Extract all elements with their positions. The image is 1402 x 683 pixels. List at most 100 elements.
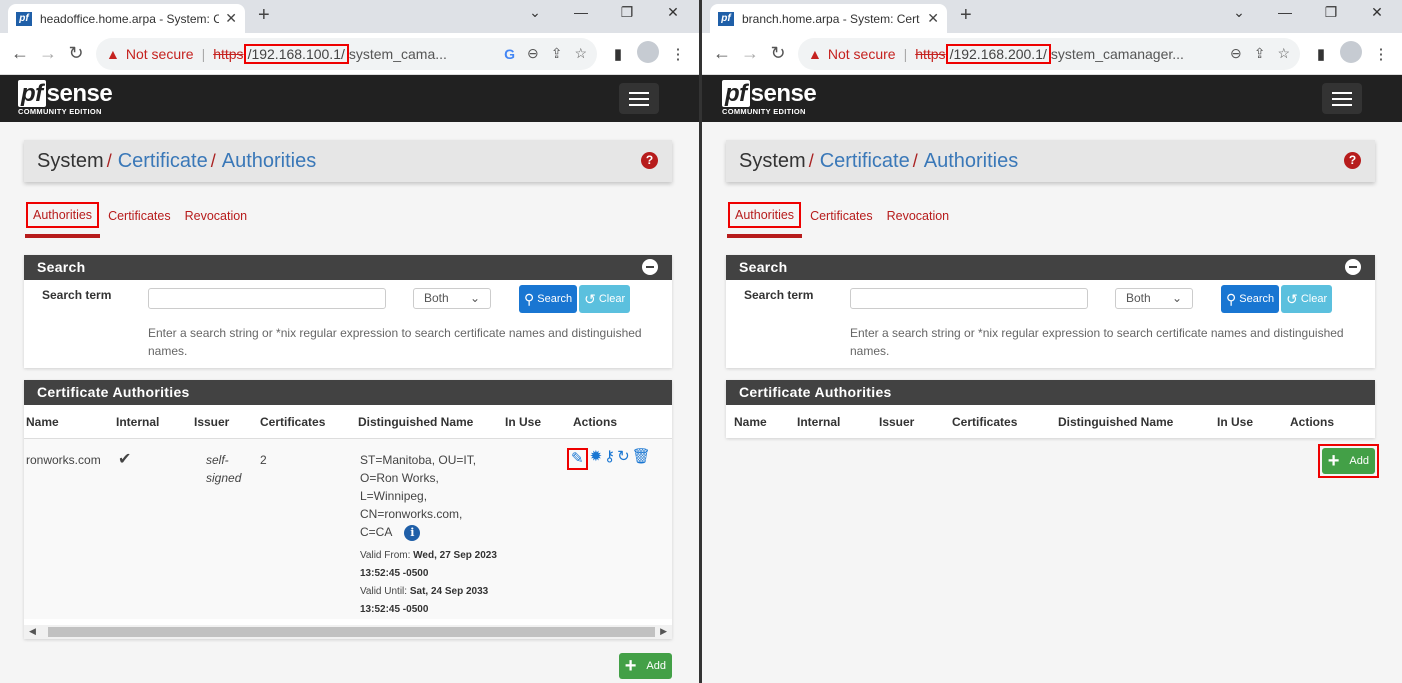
reload-button[interactable]: ↻: [764, 43, 792, 64]
breadcrumb: System / Certificate / Authorities ?: [24, 140, 672, 182]
back-button[interactable]: ←: [6, 43, 34, 64]
browser-tab[interactable]: pf headoffice.home.arpa - System: C ✕: [8, 4, 245, 33]
breadcrumb-certificate[interactable]: Certificate: [118, 150, 208, 173]
scroll-thumb[interactable]: [48, 627, 655, 637]
google-icon[interactable]: G: [504, 46, 515, 62]
col-certificates: Certificates: [952, 415, 1018, 429]
share-icon[interactable]: ⇪: [1254, 45, 1266, 62]
reload-button[interactable]: ↻: [62, 43, 90, 64]
browser-tab[interactable]: pf branch.home.arpa - System: Cert ✕: [710, 4, 947, 33]
tab-authorities[interactable]: Authorities: [24, 202, 101, 238]
col-dn: Distinguished Name: [1058, 415, 1174, 429]
ca-table: Name Internal Issuer Certificates Distin…: [726, 405, 1375, 438]
ca-panel: Certificate Authorities Name Internal Is…: [726, 380, 1375, 438]
search-button[interactable]: ⚲ Search: [519, 285, 578, 313]
search-help-text: Enter a search string or *nix regular ex…: [850, 326, 1344, 358]
menu-kebab-icon[interactable]: ⋮: [1366, 45, 1396, 63]
ca-panel-title: Certificate Authorities: [37, 384, 190, 400]
tab-revocation[interactable]: Revocation: [180, 202, 253, 234]
breadcrumb-authorities[interactable]: Authorities: [924, 150, 1019, 173]
profile-avatar[interactable]: [633, 40, 663, 67]
collapse-icon[interactable]: [642, 259, 658, 275]
profile-avatar[interactable]: [1336, 40, 1366, 67]
search-button[interactable]: ⚲ Search: [1221, 285, 1280, 313]
search-term-input[interactable]: [850, 288, 1088, 309]
export-key-icon[interactable]: ⚷: [604, 448, 615, 470]
address-bar[interactable]: ▲ Not secure | https /192.168.100.1/ sys…: [96, 37, 597, 70]
tab-title: headoffice.home.arpa - System: C: [40, 11, 220, 26]
col-certificates: Certificates: [260, 405, 358, 439]
pfsense-logo[interactable]: pf sense COMMUNITY EDITION: [18, 80, 113, 116]
horizontal-scrollbar[interactable]: ◀ ▶: [24, 625, 672, 639]
bookmark-star-icon[interactable]: ☆: [574, 45, 587, 62]
renew-icon[interactable]: ↻: [617, 448, 630, 470]
hamburger-menu-button[interactable]: [1322, 83, 1362, 114]
new-tab-button[interactable]: +: [258, 4, 270, 27]
search-term-input[interactable]: [148, 288, 386, 309]
hamburger-menu-button[interactable]: [619, 83, 659, 114]
search-panel: Search Search term Both ⌄ ⚲ Search ↺ Clear …: [24, 255, 672, 368]
minimize-button[interactable]: —: [1262, 4, 1308, 21]
bookmark-star-icon[interactable]: ☆: [1277, 45, 1290, 62]
clear-button[interactable]: ↺ Clear: [1281, 285, 1333, 313]
add-ca-button[interactable]: + Add: [618, 653, 672, 679]
pfsense-favicon-icon: pf: [16, 11, 32, 26]
search-icon: ⚲: [1226, 290, 1237, 307]
tab-title: branch.home.arpa - System: Cert: [742, 11, 920, 26]
browser-window-headoffice: pf headoffice.home.arpa - System: C ✕ + …: [0, 0, 699, 683]
side-panel-icon[interactable]: ▮: [603, 45, 633, 63]
side-panel-icon[interactable]: ▮: [1306, 45, 1336, 63]
minimize-button[interactable]: —: [558, 4, 604, 21]
scroll-right-icon[interactable]: ▶: [660, 626, 667, 637]
export-cert-icon[interactable]: ✹: [590, 448, 603, 470]
close-tab-icon[interactable]: ✕: [927, 10, 939, 27]
tab-certificates[interactable]: Certificates: [805, 202, 878, 234]
delete-trash-icon[interactable]: 🗑: [632, 448, 651, 470]
breadcrumb-certificate[interactable]: Certificate: [820, 150, 910, 173]
zoom-icon[interactable]: ⊖: [1230, 45, 1242, 62]
menu-kebab-icon[interactable]: ⋮: [663, 45, 693, 63]
info-icon[interactable]: i: [404, 525, 421, 541]
tab-revocation[interactable]: Revocation: [882, 202, 955, 234]
close-window-button[interactable]: ✕: [650, 4, 696, 21]
plus-icon: +: [1327, 450, 1340, 472]
maximize-button[interactable]: ❐: [1308, 4, 1354, 21]
pfsense-logo[interactable]: pf sense COMMUNITY EDITION: [722, 80, 817, 116]
tab-search-icon[interactable]: ⌄: [1216, 4, 1262, 21]
scroll-left-icon[interactable]: ◀: [29, 626, 36, 637]
close-tab-icon[interactable]: ✕: [225, 10, 237, 27]
search-scope-select[interactable]: Both ⌄: [413, 288, 491, 309]
forward-button[interactable]: →: [736, 43, 764, 64]
collapse-icon[interactable]: [1345, 259, 1361, 275]
new-tab-button[interactable]: +: [960, 4, 972, 27]
col-actions: Actions: [573, 405, 672, 439]
col-actions: Actions: [1290, 415, 1335, 429]
forward-button[interactable]: →: [34, 43, 62, 64]
help-icon[interactable]: ?: [1344, 152, 1361, 169]
search-term-label: Search term: [42, 288, 112, 302]
back-button[interactable]: ←: [708, 43, 736, 64]
tab-authorities[interactable]: Authorities: [726, 202, 803, 238]
col-dn: Distinguished Name: [358, 405, 505, 439]
url-path: system_cama...: [348, 45, 447, 62]
search-help-text: Enter a search string or *nix regular ex…: [148, 326, 642, 358]
tab-certificates[interactable]: Certificates: [103, 202, 176, 234]
col-internal: Internal: [116, 405, 194, 439]
zoom-icon[interactable]: ⊖: [527, 45, 539, 62]
col-issuer: Issuer: [879, 415, 915, 429]
add-ca-button[interactable]: + Add: [1321, 448, 1375, 474]
address-bar[interactable]: ▲ Not secure | https /192.168.200.1/ sys…: [798, 37, 1300, 70]
help-icon[interactable]: ?: [641, 152, 658, 169]
close-window-button[interactable]: ✕: [1354, 4, 1400, 21]
tab-search-icon[interactable]: ⌄: [512, 4, 558, 21]
add-highlight: + Add: [1317, 444, 1379, 478]
share-icon[interactable]: ⇪: [551, 45, 563, 62]
breadcrumb-authorities[interactable]: Authorities: [222, 150, 317, 173]
table-row: ronworks.com ✔ self-signed 2 ST=Manitoba…: [24, 438, 672, 619]
ca-panel: Certificate Authorities Name Internal Is…: [24, 380, 672, 639]
edit-pencil-icon[interactable]: ✎: [567, 448, 588, 470]
clear-button[interactable]: ↺ Clear: [579, 285, 631, 313]
maximize-button[interactable]: ❐: [604, 4, 650, 21]
search-scope-select[interactable]: Both ⌄: [1115, 288, 1193, 309]
section-tabs: Authorities Certificates Revocation: [726, 202, 1375, 240]
